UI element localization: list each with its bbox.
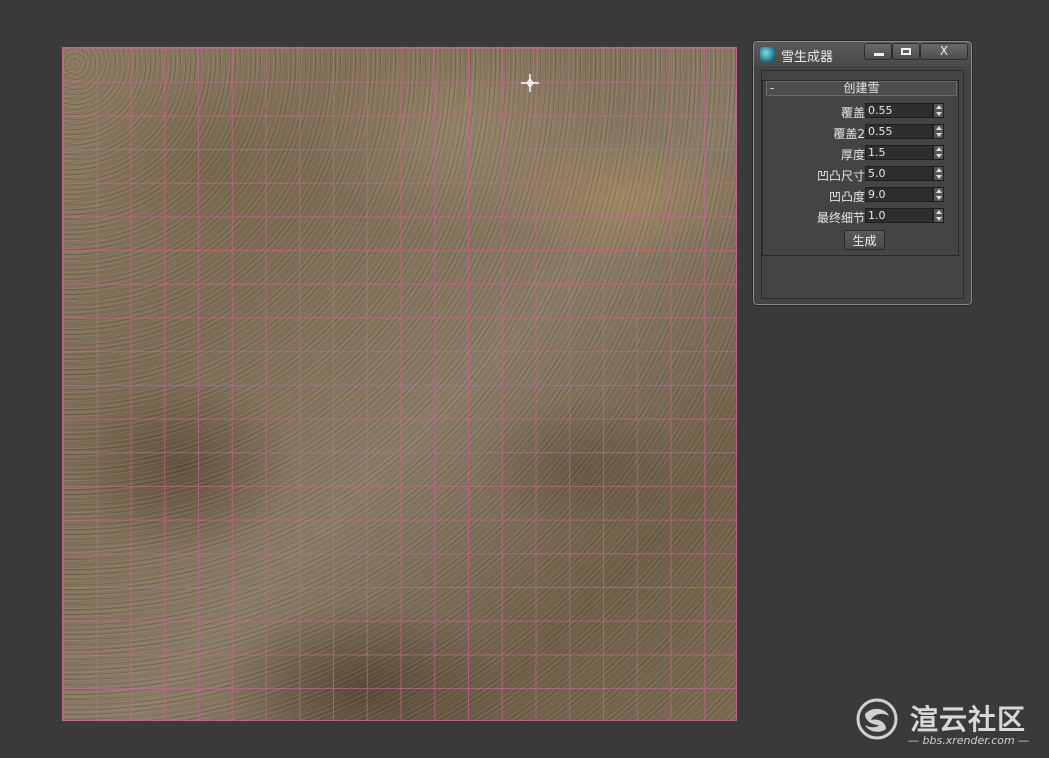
close-button[interactable]: X bbox=[920, 43, 968, 60]
coverage2-field[interactable]: 0.55 bbox=[865, 124, 933, 139]
thickness-spinner[interactable] bbox=[933, 145, 944, 160]
coverage2-spinner[interactable] bbox=[933, 124, 944, 139]
param-row-final-detail: 最终细节 1.0 bbox=[766, 208, 946, 225]
watermark-name: 渲云社区 bbox=[910, 703, 1027, 736]
dialog-titlebar[interactable]: 雪生成器 X bbox=[754, 42, 971, 66]
param-label: 凹凸度 bbox=[828, 190, 865, 204]
param-label: 覆盖 bbox=[840, 106, 865, 120]
watermark: 渲云社区 — bbs.xrender.com — bbox=[850, 694, 1045, 752]
param-row-thickness: 厚度 1.5 bbox=[766, 145, 946, 162]
xrender-logo-icon bbox=[856, 698, 898, 740]
crosshair-cursor-icon bbox=[521, 74, 539, 92]
rollout-title: 创建雪 bbox=[843, 81, 880, 95]
final-detail-field[interactable]: 1.0 bbox=[865, 208, 933, 223]
dialog-title: 雪生成器 bbox=[781, 50, 834, 65]
param-label: 凹凸尺寸 bbox=[816, 169, 865, 183]
param-row-bumpiness: 凹凸度 9.0 bbox=[766, 187, 946, 204]
generate-button[interactable]: 生成 bbox=[844, 230, 885, 250]
param-row-bump-size: 凹凸尺寸 5.0 bbox=[766, 166, 946, 183]
app-logo-icon bbox=[760, 47, 775, 62]
bump-size-field[interactable]: 5.0 bbox=[865, 166, 933, 181]
thickness-field[interactable]: 1.5 bbox=[865, 145, 933, 160]
watermark-url: — bbs.xrender.com — bbox=[908, 734, 1030, 747]
param-row-coverage2: 覆盖2 0.55 bbox=[766, 124, 946, 141]
rollout-header[interactable]: - 创建雪 bbox=[766, 81, 957, 96]
param-row-coverage: 覆盖 0.55 bbox=[766, 103, 946, 120]
wireframe-grid bbox=[62, 47, 737, 721]
maximize-button[interactable] bbox=[892, 43, 920, 60]
viewport[interactable] bbox=[62, 47, 737, 721]
snow-generator-dialog: 雪生成器 X - 创建雪 覆盖 0.55 覆盖2 0.55 厚度 1.5 凹凸尺… bbox=[753, 41, 972, 305]
param-label: 厚度 bbox=[840, 148, 865, 162]
param-label: 覆盖2 bbox=[833, 127, 865, 141]
bumpiness-field[interactable]: 9.0 bbox=[865, 187, 933, 202]
minimize-button[interactable] bbox=[864, 43, 892, 60]
bumpiness-spinner[interactable] bbox=[933, 187, 944, 202]
coverage-field[interactable]: 0.55 bbox=[865, 103, 933, 118]
final-detail-spinner[interactable] bbox=[933, 208, 944, 223]
bump-size-spinner[interactable] bbox=[933, 166, 944, 181]
coverage-spinner[interactable] bbox=[933, 103, 944, 118]
param-label: 最终细节 bbox=[816, 211, 865, 225]
